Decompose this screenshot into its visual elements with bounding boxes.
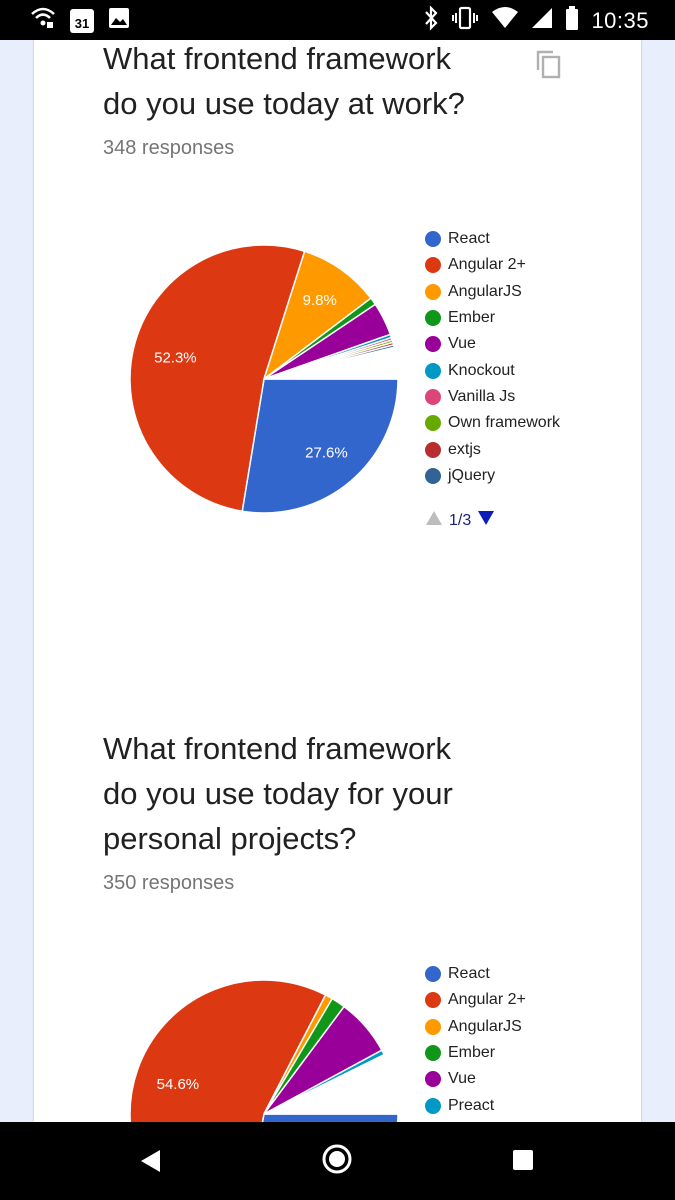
legend-item[interactable]: Own framework — [425, 410, 560, 436]
battery-icon — [565, 5, 579, 36]
slice-label: 54.6% — [157, 1076, 200, 1093]
status-bar: 31 10:35 — [0, 0, 675, 40]
legend-label: React — [448, 230, 490, 248]
legend-item[interactable]: React — [425, 226, 560, 252]
slice-label: 9.8% — [303, 292, 337, 309]
slice-label: 52.3% — [154, 350, 197, 367]
title-line: do you use today for your — [103, 776, 453, 811]
image-icon — [108, 7, 130, 34]
response-count: 350 responses — [103, 872, 235, 894]
legend-label: Preact — [448, 1096, 495, 1114]
home-icon[interactable] — [320, 1142, 354, 1181]
title-line: What frontend framework — [103, 41, 452, 76]
legend-swatch — [425, 362, 441, 379]
legend-swatch — [425, 388, 441, 405]
legend-label: AngularJS — [448, 282, 522, 300]
legend-swatch — [425, 283, 441, 300]
legend-swatch — [425, 1045, 441, 1062]
title-line: personal projects? — [103, 821, 357, 856]
legend-swatch — [425, 1097, 441, 1114]
vibrate-icon — [451, 5, 479, 36]
legend-swatch — [425, 310, 441, 327]
title-line: do you use today at work? — [103, 86, 465, 121]
legend-item[interactable]: jQuery — [425, 463, 560, 489]
legend-item[interactable]: AngularJS — [425, 279, 560, 305]
chart-legend: React Angular 2+ AngularJS Ember Vue Knockout… — [425, 226, 560, 489]
legend-label: AngularJS — [448, 1017, 522, 1035]
legend-label: Ember — [448, 1044, 496, 1062]
wifi-call-icon — [30, 6, 56, 35]
legend-swatch — [425, 1071, 441, 1088]
pie-chart: 27.6% 52.3% 9.8% — [129, 244, 399, 514]
title-line: What frontend framework — [103, 731, 452, 766]
legend-label: Vanilla Js — [448, 387, 516, 405]
nav-bar — [0, 1122, 675, 1200]
legend-label: React — [448, 965, 490, 983]
pie-chart: 54.6% — [129, 979, 399, 1122]
legend-label: Knockout — [448, 361, 515, 379]
legend-label: Ember — [448, 309, 496, 327]
legend-item[interactable]: extjs — [425, 436, 560, 462]
page-indicator: 1/3 — [449, 511, 472, 529]
legend-item[interactable]: Angular 2+ — [425, 987, 526, 1013]
calendar-icon: 31 — [70, 8, 94, 33]
legend-item[interactable]: Angular 2+ — [425, 252, 560, 278]
slice-label: 27.6% — [305, 445, 348, 462]
page-next-icon[interactable] — [477, 510, 495, 531]
form-summary-card: What frontend framework do you use today… — [34, 40, 641, 1122]
back-icon[interactable] — [138, 1148, 164, 1179]
legend-item[interactable]: AngularJS — [425, 1014, 526, 1040]
page-prev-icon[interactable] — [425, 510, 443, 531]
legend-label: extjs — [448, 440, 481, 458]
legend-swatch — [425, 231, 441, 248]
question-title: What frontend framework do you use today… — [103, 726, 523, 861]
legend-item[interactable]: React — [425, 961, 526, 987]
legend-item[interactable]: Preact — [425, 1092, 526, 1118]
wifi-icon — [491, 6, 519, 35]
legend-swatch — [425, 257, 441, 274]
legend-swatch — [425, 441, 441, 458]
response-count: 348 responses — [103, 137, 235, 159]
legend-label: Angular 2+ — [448, 256, 526, 274]
clock-time: 10:35 — [591, 7, 649, 33]
legend-swatch — [425, 415, 441, 432]
legend-swatch — [425, 467, 441, 484]
legend-item[interactable]: Ember — [425, 1040, 526, 1066]
chart-legend: React Angular 2+ AngularJS Ember Vue Preact — [425, 961, 526, 1119]
legend-label: Vue — [448, 335, 476, 353]
legend-label: jQuery — [448, 466, 496, 484]
recents-icon[interactable] — [512, 1149, 534, 1176]
signal-icon — [531, 6, 553, 35]
legend-item[interactable]: Ember — [425, 305, 560, 331]
legend-item[interactable]: Vue — [425, 1066, 526, 1092]
legend-label: Angular 2+ — [448, 991, 526, 1009]
legend-item[interactable]: Vanilla Js — [425, 384, 560, 410]
legend-swatch — [425, 966, 441, 983]
legend-label: Vue — [448, 1070, 476, 1088]
bluetooth-icon — [423, 5, 439, 36]
legend-swatch — [425, 992, 441, 1009]
legend-pager: 1/3 — [425, 510, 495, 531]
legend-swatch — [425, 1018, 441, 1035]
legend-label: Own framework — [448, 414, 561, 432]
copy-chart-icon[interactable] — [534, 48, 564, 85]
legend-item[interactable]: Knockout — [425, 357, 560, 383]
legend-item[interactable]: Vue — [425, 331, 560, 357]
legend-swatch — [425, 336, 441, 353]
question-title: What frontend framework do you use today… — [103, 36, 523, 126]
